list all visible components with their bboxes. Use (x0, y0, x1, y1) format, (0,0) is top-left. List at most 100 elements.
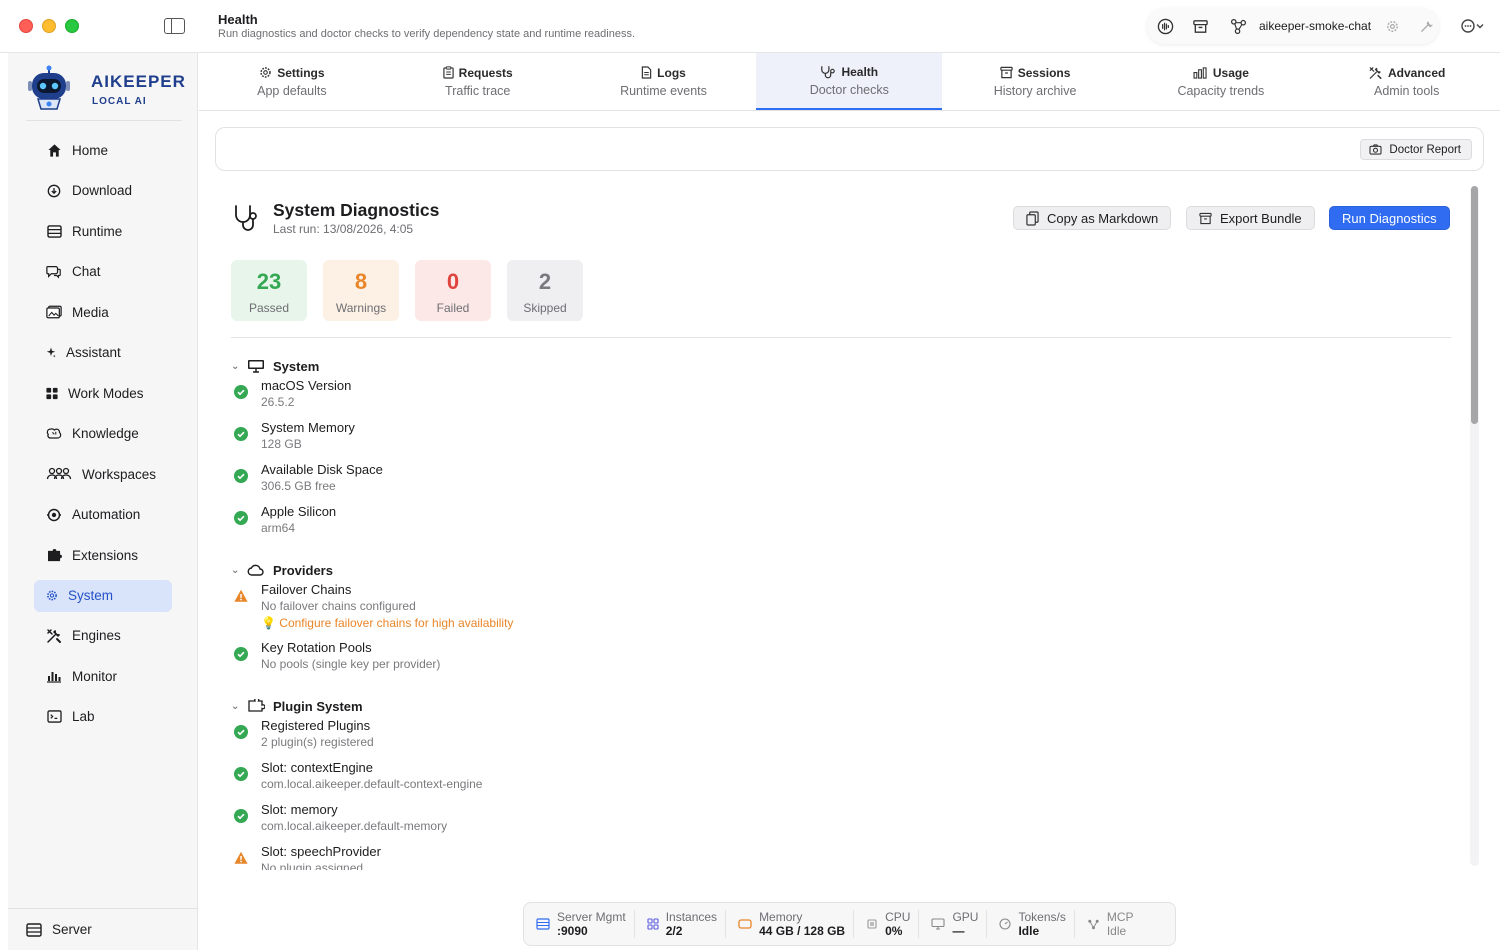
section-header[interactable]: ⌄ Providers (231, 560, 513, 580)
status-cpu[interactable]: CPU 0% (854, 910, 920, 938)
archive-icon[interactable] (1192, 18, 1209, 35)
stethoscope-icon (235, 205, 257, 231)
section-header[interactable]: ⌄ Plugin System (231, 696, 482, 716)
status-gpu[interactable]: GPU — (919, 910, 988, 938)
tab-label: Advanced (1388, 65, 1446, 80)
sidebar-item-runtime[interactable]: Runtime (34, 211, 172, 252)
camera-icon (1369, 144, 1382, 155)
status-value: 2/2 (665, 923, 683, 938)
sidebar-item-assistant[interactable]: Assistant (34, 333, 172, 374)
status-instances[interactable]: Instances 2/2 (635, 910, 727, 938)
stat-passed: 23 Passed (231, 260, 307, 321)
sidebar-item-label: Home (72, 142, 109, 158)
sidebar-item-extensions[interactable]: Extensions (34, 535, 172, 576)
memory-icon (738, 919, 752, 929)
home-icon (47, 144, 61, 157)
check-name: Apple Silicon (261, 504, 337, 519)
check-pass-icon (234, 767, 248, 781)
tab-sessions[interactable]: Sessions History archive (942, 53, 1128, 110)
status-label: Memory (759, 909, 803, 924)
sidebar-nav: Home Download Runtime Chat Media Assista… (34, 130, 172, 737)
sidebar-item-workspaces[interactable]: Workspaces (34, 454, 172, 495)
sidebar-item-automation[interactable]: Automation (34, 495, 172, 536)
check-name: Slot: contextEngine (261, 760, 374, 775)
stat-label: Failed (436, 301, 470, 315)
check-name: System Memory (261, 420, 355, 435)
document-icon (641, 66, 652, 79)
check-name: macOS Version (261, 378, 352, 393)
export-bundle-button[interactable]: Export Bundle (1186, 206, 1315, 230)
account-menu-icon[interactable] (1460, 17, 1486, 35)
tab-label: Sessions (1017, 65, 1071, 80)
check-detail: No pools (single key per provider) (261, 657, 441, 671)
stat-skipped: 2 Skipped (507, 260, 583, 321)
grid-icon (46, 387, 58, 399)
stat-value: 8 (354, 269, 368, 294)
section-title: System (273, 358, 320, 374)
check-pass-icon (234, 809, 248, 823)
tab-advanced[interactable]: Advanced Admin tools (1314, 53, 1500, 110)
sidebar-item-label: Work Modes (68, 385, 144, 401)
tools-icon (1369, 66, 1382, 79)
sidebar-item-server[interactable]: Server (8, 908, 198, 950)
export-bundle-label: Export Bundle (1220, 210, 1302, 226)
close-window-button[interactable] (19, 19, 33, 33)
sidebar-item-knowledge[interactable]: Knowledge (34, 414, 172, 455)
gear-icon (47, 590, 57, 601)
model-selector[interactable]: aikeeper-smoke-chat (1259, 19, 1371, 33)
status-value: — (952, 923, 965, 938)
check-item: Apple Silicon arm64 (231, 502, 383, 544)
check-item: Slot: memory com.local.aikeeper.default-… (231, 800, 482, 842)
gear-icon (260, 67, 271, 78)
scrollbar[interactable] (1470, 186, 1479, 866)
status-mcp[interactable]: MCP Idle (1075, 910, 1142, 938)
check-detail: No failover chains configured (261, 599, 416, 613)
stat-failed: 0 Failed (415, 260, 491, 321)
waveform-icon[interactable] (1157, 18, 1174, 35)
copy-markdown-button[interactable]: Copy as Markdown (1013, 206, 1172, 230)
zoom-window-button[interactable] (65, 19, 79, 33)
sidebar-item-label: Monitor (72, 668, 118, 684)
status-server[interactable]: Server Mgmt:9090 (524, 910, 635, 938)
hint-text: Configure failover chains for high avail… (279, 616, 514, 630)
status-value: Idle (1018, 923, 1040, 938)
sidebar-item-work-modes[interactable]: Work Modes (34, 373, 172, 414)
section-header[interactable]: ⌄ System (231, 356, 383, 376)
sidebar-item-media[interactable]: Media (34, 292, 172, 333)
tab-sublabel: Traffic trace (445, 83, 511, 98)
sidebar-item-home[interactable]: Home (34, 130, 172, 171)
check-name: Failover Chains (261, 582, 352, 597)
archive-icon (1000, 66, 1013, 79)
sidebar-item-download[interactable]: Download (34, 171, 172, 212)
sidebar-item-system[interactable]: System (34, 579, 172, 612)
status-value: 0% (885, 923, 903, 938)
download-icon (47, 184, 61, 198)
plugin-icon (248, 699, 265, 712)
wrench-icon[interactable] (1419, 19, 1434, 34)
gear-icon[interactable] (1385, 19, 1400, 34)
section-title: Plugin System (273, 698, 363, 714)
status-memory[interactable]: Memory 44 GB / 128 GB (726, 909, 855, 938)
run-diagnostics-button[interactable]: Run Diagnostics (1329, 206, 1450, 230)
check-item: System Memory 128 GB (231, 418, 383, 460)
tab-sublabel: Runtime events (620, 83, 707, 98)
sidebar-item-engines[interactable]: Engines (34, 616, 172, 657)
status-bar: Server Mgmt:9090 Instances 2/2 Memory 44 G… (523, 902, 1176, 946)
warning-icon (234, 589, 248, 602)
status-tokens[interactable]: Tokens/s Idle (987, 910, 1075, 938)
tab-requests[interactable]: Requests Traffic trace (385, 53, 571, 110)
tab-health[interactable]: Health Doctor checks (756, 53, 943, 110)
terminal-icon (46, 710, 62, 723)
tab-logs[interactable]: Logs Runtime events (571, 53, 757, 110)
tab-settings[interactable]: Settings App defaults (199, 53, 385, 110)
sidebar-toggle-icon[interactable] (164, 18, 185, 34)
tab-usage[interactable]: Usage Capacity trends (1128, 53, 1314, 110)
last-run-text: Last run: 13/08/2026, 4:05 (273, 222, 414, 236)
doctor-report-button[interactable]: Doctor Report (1360, 139, 1472, 160)
scrollbar-thumb[interactable] (1471, 186, 1478, 424)
sidebar-item-lab[interactable]: Lab (34, 697, 172, 738)
minimize-window-button[interactable] (42, 19, 56, 33)
check-detail: 2 plugin(s) registered (261, 735, 374, 749)
sidebar-item-chat[interactable]: Chat (34, 252, 172, 293)
sidebar-item-monitor[interactable]: Monitor (34, 656, 172, 697)
